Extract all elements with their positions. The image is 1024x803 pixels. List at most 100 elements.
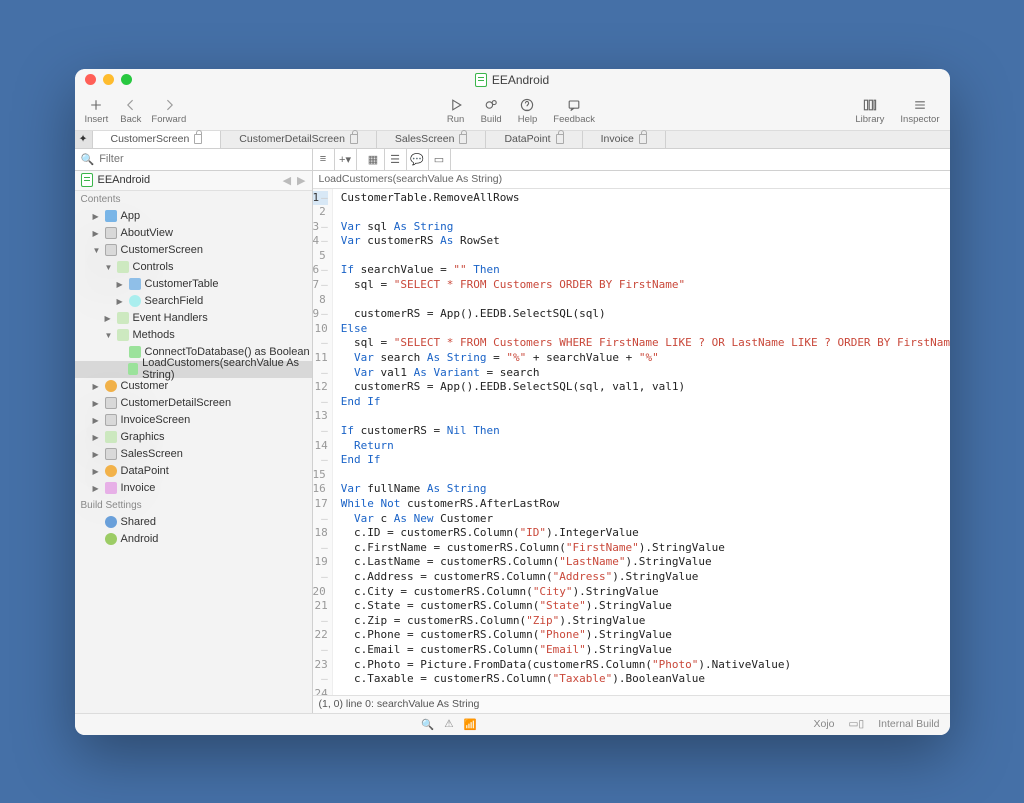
build-button[interactable]: Build — [481, 96, 502, 125]
disclosure-icon[interactable]: ▶ — [93, 433, 101, 442]
filter-input[interactable]: 🔍 — [75, 149, 313, 170]
view-icons-button[interactable]: ▦ — [363, 149, 385, 170]
tree-item[interactable]: ▼Controls — [75, 259, 312, 276]
method-icon — [129, 346, 141, 358]
tree-item[interactable]: ▼Methods — [75, 327, 312, 344]
app-window: EEAndroid Insert Back Forward — [75, 69, 950, 735]
tree-item[interactable]: LoadCustomers(searchValue As String) — [75, 361, 312, 378]
disclosure-icon[interactable]: ▼ — [105, 263, 113, 272]
disclosure-icon[interactable]: ▶ — [93, 399, 101, 408]
inspector-icon — [911, 96, 929, 114]
tab-customerdetailscreen[interactable]: CustomerDetailScreen — [221, 131, 377, 148]
tab-datapoint[interactable]: DataPoint — [486, 131, 582, 148]
tab-customerscreen[interactable]: CustomerScreen — [93, 131, 222, 148]
rss-icon[interactable]: 📶 — [464, 718, 477, 731]
feedback-button[interactable]: Feedback — [553, 96, 595, 125]
tree-item-label: SalesScreen — [121, 448, 183, 460]
view-list-button[interactable]: ☰ — [385, 149, 407, 170]
disclosure-icon[interactable]: ▼ — [105, 331, 113, 340]
close-window-button[interactable] — [85, 74, 96, 85]
filter-bar: 🔍 ≡ +▾ ▦ ☰ 💬 ▭ — [75, 149, 950, 171]
tab-strip: ✦ CustomerScreenCustomerDetailScreenSale… — [75, 131, 950, 149]
tree-item[interactable]: ▶CustomerDetailScreen — [75, 395, 312, 412]
app-icon — [105, 210, 117, 222]
status-bar: 🔍 ⚠ 📶 Xojo ▭▯ Internal Build — [75, 713, 950, 735]
window-icon — [105, 414, 117, 426]
disclosure-icon[interactable]: ▶ — [93, 484, 101, 493]
code-content[interactable]: CustomerTable.RemoveAllRows Var sql As S… — [333, 189, 950, 695]
tree-item[interactable]: ▶Event Handlers — [75, 310, 312, 327]
minimize-window-button[interactable] — [103, 74, 114, 85]
insert-button[interactable]: Insert — [85, 96, 109, 125]
document-icon — [475, 73, 487, 87]
tree-item-label: CustomerTable — [145, 278, 219, 290]
nav-back-icon[interactable]: ◀ — [283, 174, 291, 187]
help-icon — [518, 96, 536, 114]
tree-item[interactable]: ▶ CustomerTable — [75, 276, 312, 293]
new-tab-button[interactable]: ✦ — [75, 131, 93, 148]
project-header[interactable]: EEAndroid ◀ ▶ — [75, 171, 312, 191]
window-title: EEAndroid — [75, 73, 950, 87]
disclosure-icon[interactable]: ▶ — [117, 280, 125, 289]
tree-item[interactable]: ▶DataPoint — [75, 463, 312, 480]
plus-icon — [87, 96, 105, 114]
add-item-button[interactable]: +▾ — [335, 149, 357, 170]
forward-button[interactable]: Forward — [151, 96, 186, 125]
tree-item[interactable]: ▶ SalesScreen — [75, 446, 312, 463]
code-area[interactable]: 1234567891011121314151617181920212223242… — [313, 189, 950, 695]
tree-item[interactable]: ▼CustomerScreen — [75, 242, 312, 259]
folder-icon — [117, 329, 129, 341]
tree-item-label: Customer — [121, 380, 169, 392]
nav-forward-icon[interactable]: ▶ — [297, 174, 305, 187]
tree-item-label: InvoiceScreen — [121, 414, 191, 426]
tree-item[interactable]: ▶ App — [75, 208, 312, 225]
window-icon — [105, 227, 117, 239]
document-icon — [81, 173, 93, 187]
disclosure-icon[interactable]: ▶ — [93, 382, 101, 391]
window-icon — [105, 397, 117, 409]
layout-toggle-icon[interactable]: ▭▯ — [849, 718, 865, 730]
class-icon — [105, 380, 117, 392]
back-button[interactable]: Back — [120, 96, 141, 125]
tab-invoice[interactable]: Invoice — [583, 131, 666, 148]
disclosure-icon[interactable]: ▶ — [105, 314, 113, 323]
tree-item[interactable]: ▶ SearchField — [75, 293, 312, 310]
tree-item[interactable]: Android — [75, 531, 312, 548]
window-icon — [105, 244, 117, 256]
disclosure-icon[interactable]: ▶ — [93, 229, 101, 238]
zoom-window-button[interactable] — [121, 74, 132, 85]
tree-item[interactable]: ▶AboutView — [75, 225, 312, 242]
gears-icon — [482, 96, 500, 114]
tree-item[interactable]: ▶Invoice — [75, 480, 312, 497]
tree-item[interactable]: Shared — [75, 514, 312, 531]
disclosure-icon[interactable]: ▶ — [93, 467, 101, 476]
disclosure-icon[interactable]: ▶ — [93, 450, 101, 459]
library-button[interactable]: Library — [855, 96, 884, 125]
tree-item[interactable]: ▶ InvoiceScreen — [75, 412, 312, 429]
disclosure-icon[interactable]: ▶ — [117, 297, 125, 306]
play-icon — [447, 96, 465, 114]
build-label: Internal Build — [878, 718, 939, 730]
warnings-icon[interactable]: ⚠ — [444, 718, 453, 731]
search-icon — [129, 295, 141, 307]
run-button[interactable]: Run — [447, 96, 465, 125]
navigator-sidebar: EEAndroid ◀ ▶ Contents ▶App▶AboutView▼Cu… — [75, 171, 313, 713]
inspector-button[interactable]: Inspector — [900, 96, 939, 125]
tree-item-label: LoadCustomers(searchValue As String) — [142, 357, 311, 381]
help-button[interactable]: Help — [518, 96, 538, 125]
search-icon[interactable]: 🔍 — [421, 718, 434, 731]
tree-item[interactable]: ▶Graphics — [75, 429, 312, 446]
tab-salesscreen[interactable]: SalesScreen — [377, 131, 487, 148]
view-mode-button[interactable]: ≡ — [313, 149, 335, 170]
attributes-button[interactable]: ▭ — [429, 149, 451, 170]
tree-item-label: Shared — [121, 516, 156, 528]
lock-icon — [350, 134, 358, 144]
tree-item-label: App — [121, 210, 141, 222]
disclosure-icon[interactable]: ▼ — [93, 246, 101, 255]
comment-toggle-button[interactable]: 💬 — [407, 149, 429, 170]
disclosure-icon[interactable]: ▶ — [93, 416, 101, 425]
window-controls — [85, 74, 132, 85]
breadcrumb[interactable]: LoadCustomers(searchValue As String) — [313, 171, 950, 189]
disclosure-icon[interactable]: ▶ — [93, 212, 101, 221]
tree-item-label: SearchField — [145, 295, 204, 307]
